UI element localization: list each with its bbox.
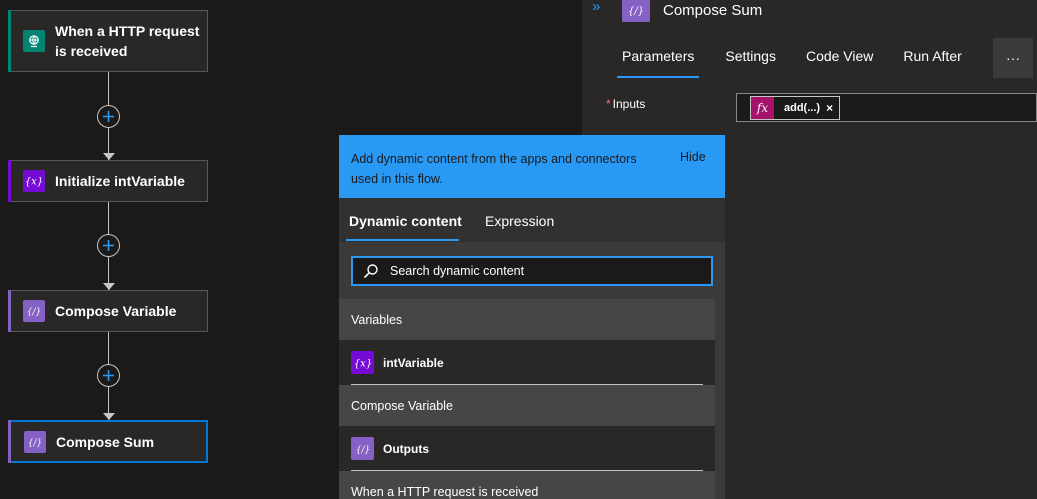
node-title: Compose Variable [55,303,177,319]
list-item-outputs[interactable]: {/} Outputs [339,426,715,471]
svg-text:{x}: {x} [26,177,42,188]
required-marker: * [606,97,611,111]
arrow-down-icon [103,283,115,290]
compose-icon: {/} [351,437,374,460]
plus-icon [103,370,114,381]
variable-icon: {x} [23,170,45,192]
svg-text:{/}: {/} [28,438,42,448]
more-icon: ··· [1006,50,1020,66]
function-icon: fx [751,97,774,119]
section-header-compose-variable: Compose Variable [339,385,715,426]
flow-node-initialize-variable[interactable]: {x} Initialize intVariable [8,160,208,202]
search-area [339,242,725,299]
active-tab-indicator [346,239,459,241]
inputs-label: * Inputs [606,97,645,111]
scrollbar[interactable] [715,299,725,499]
globe-icon [23,30,45,52]
variable-icon: {x} [351,351,374,374]
flow-node-compose-variable[interactable]: {/} Compose Variable [8,290,208,332]
compose-icon: {/} [24,430,46,453]
node-title: Initialize intVariable [55,173,185,189]
compose-icon: {/} [622,0,650,22]
svg-text:{x}: {x} [355,358,371,369]
tab-run-after[interactable]: Run After [903,38,961,78]
arrow-down-icon [103,153,115,160]
popup-banner: Add dynamic content from the apps and co… [339,135,725,198]
flow-node-compose-sum[interactable]: {/} Compose Sum [8,420,208,463]
banner-message: Add dynamic content from the apps and co… [351,152,637,186]
dynamic-content-list: Variables {x} intVariable Compose Variab… [339,299,715,499]
popup-pointer [724,142,733,158]
svg-text:{/}: {/} [628,6,644,17]
dynamic-content-popup: Add dynamic content from the apps and co… [339,135,725,499]
plus-icon [103,240,114,251]
node-accent-bar [8,160,11,202]
list-item-intvariable[interactable]: {x} intVariable [339,340,715,385]
tab-code-view[interactable]: Code View [806,38,873,78]
node-accent-bar [8,420,11,463]
section-header-variables: Variables [339,299,715,340]
search-icon [363,264,378,279]
svg-text:{/}: {/} [27,308,41,318]
list-item-label: Outputs [383,442,429,456]
arrow-down-icon [103,413,115,420]
more-options-button[interactable]: ··· [993,38,1033,78]
popup-tabs: Dynamic content Expression [339,198,725,242]
svg-text:{/}: {/} [355,445,369,455]
tab-parameters[interactable]: Parameters [617,38,700,78]
inputs-label-text: Inputs [612,97,646,111]
search-input[interactable] [390,264,690,278]
tab-expression[interactable]: Expression [485,213,554,229]
list-item-label: intVariable [383,356,444,370]
inputs-field[interactable]: fx add(...) × [736,93,1037,122]
plus-icon [103,111,114,122]
token-label: add(...) [784,102,821,114]
tab-dynamic-content[interactable]: Dynamic content [349,213,462,229]
remove-token-button[interactable]: × [826,101,833,115]
flow-node-http-trigger[interactable]: When a HTTP request is received [8,10,208,72]
section-header-http-request: When a HTTP request is received [339,471,715,499]
node-title-line1: When a HTTP request [55,23,200,39]
expression-token[interactable]: fx add(...) × [750,96,840,120]
add-step-button[interactable] [97,364,120,387]
tab-settings[interactable]: Settings [725,38,776,78]
panel-tabs: Parameters Settings Code View Run After [617,38,992,78]
hide-button[interactable]: Hide [680,150,706,164]
collapse-panel-button[interactable]: » [592,0,601,15]
search-box[interactable] [351,256,713,286]
panel-title: Compose Sum [663,2,763,19]
node-title-line2: is received [55,43,128,59]
compose-icon: {/} [23,300,45,322]
node-title: Compose Sum [56,433,155,450]
node-title: When a HTTP request is received [55,21,199,61]
node-accent-bar [8,290,11,332]
node-accent-bar [8,10,11,72]
add-step-button[interactable] [97,234,120,257]
add-step-button[interactable] [97,105,120,128]
